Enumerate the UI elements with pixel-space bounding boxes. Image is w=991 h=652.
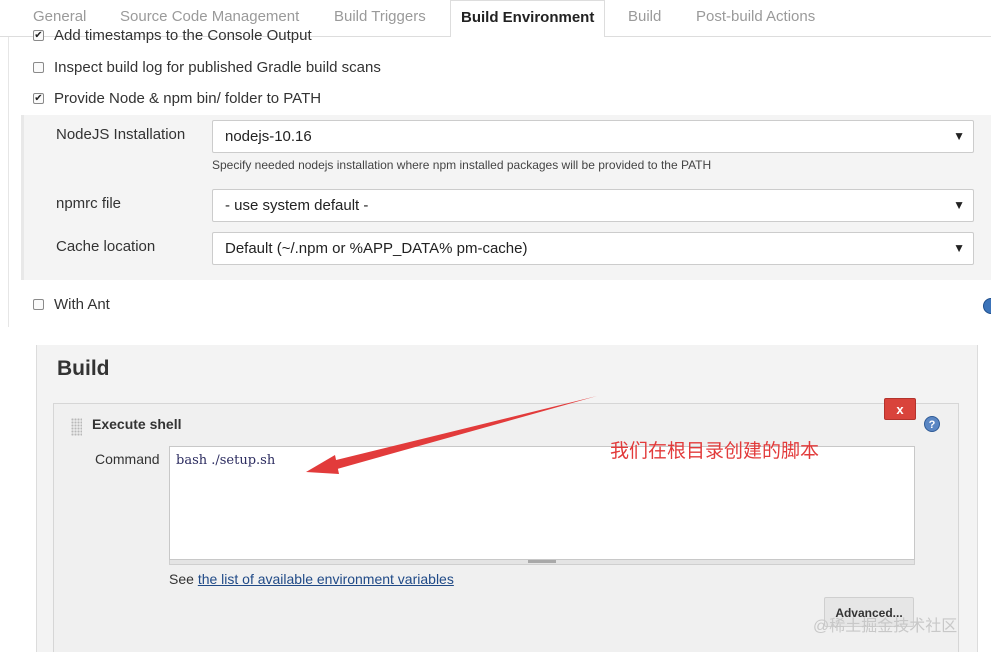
annotation-note: 我们在根目录创建的脚本 — [610, 440, 820, 462]
env-vars-link[interactable]: the list of available environment variab… — [198, 571, 454, 587]
build-section-title: Build — [57, 357, 110, 380]
timestamps-label: Add timestamps to the Console Output — [54, 27, 312, 44]
tab-post-build-actions[interactable]: Post-build Actions — [696, 0, 815, 34]
cache-location-label: Cache location — [56, 238, 156, 255]
tab-build[interactable]: Build — [628, 0, 661, 34]
npmrc-file-value: - use system default - — [225, 197, 369, 214]
gradle-scan-label: Inspect build log for published Gradle b… — [54, 59, 381, 76]
resize-grip-icon — [528, 560, 556, 563]
nodejs-installation-hint: Specify needed nodejs installation where… — [212, 158, 712, 172]
watermark: @稀土掘金技术社区 — [813, 618, 958, 635]
env-vars-hint: See the list of available environment va… — [169, 571, 454, 587]
command-textarea[interactable]: bash ./setup.sh — [169, 446, 915, 560]
chevron-down-icon: ▼ — [953, 198, 965, 212]
env-vars-prefix: See — [169, 571, 198, 587]
cache-location-select[interactable]: Default (~/.npm or %APP_DATA% pm-cache) … — [212, 232, 974, 265]
tab-build-environment[interactable]: Build Environment — [450, 0, 606, 38]
build-section: Build Execute shell x ? Command bash ./s… — [36, 345, 978, 652]
npmrc-file-label: npmrc file — [56, 195, 122, 212]
drag-handle-icon[interactable] — [71, 418, 82, 436]
chevron-down-icon: ▼ — [953, 129, 965, 143]
delete-step-button[interactable]: x — [884, 398, 916, 420]
cache-location-value: Default (~/.npm or %APP_DATA% pm-cache) — [225, 240, 528, 257]
gradle-scan-checkbox[interactable] — [33, 62, 44, 73]
nodejs-installation-label: NodeJS Installation — [56, 126, 186, 143]
nodejs-installation-select[interactable]: nodejs-10.16 ▼ — [212, 120, 974, 153]
chevron-down-icon: ▼ — [953, 241, 965, 255]
node-config-section: NodeJS Installation nodejs-10.16 ▼ Speci… — [21, 115, 991, 280]
timestamps-checkbox[interactable]: ✔ — [33, 30, 44, 41]
with-ant-checkbox[interactable] — [33, 299, 44, 310]
provide-node-checkbox[interactable]: ✔ — [33, 93, 44, 104]
nodejs-installation-value: nodejs-10.16 — [225, 128, 312, 145]
build-environment-panel: General Source Code Management Build Tri… — [0, 0, 991, 330]
environment-options: ✔ Add timestamps to the Console Output I… — [8, 27, 991, 327]
textarea-resize-handle[interactable] — [169, 560, 915, 565]
command-label: Command — [95, 451, 160, 467]
provide-node-label: Provide Node & npm bin/ folder to PATH — [54, 90, 322, 107]
help-icon[interactable]: ? — [924, 416, 940, 432]
tab-build-triggers[interactable]: Build Triggers — [334, 0, 426, 34]
execute-shell-title: Execute shell — [92, 416, 182, 432]
with-ant-label: With Ant — [54, 296, 110, 313]
npmrc-file-select[interactable]: - use system default - ▼ — [212, 189, 974, 222]
